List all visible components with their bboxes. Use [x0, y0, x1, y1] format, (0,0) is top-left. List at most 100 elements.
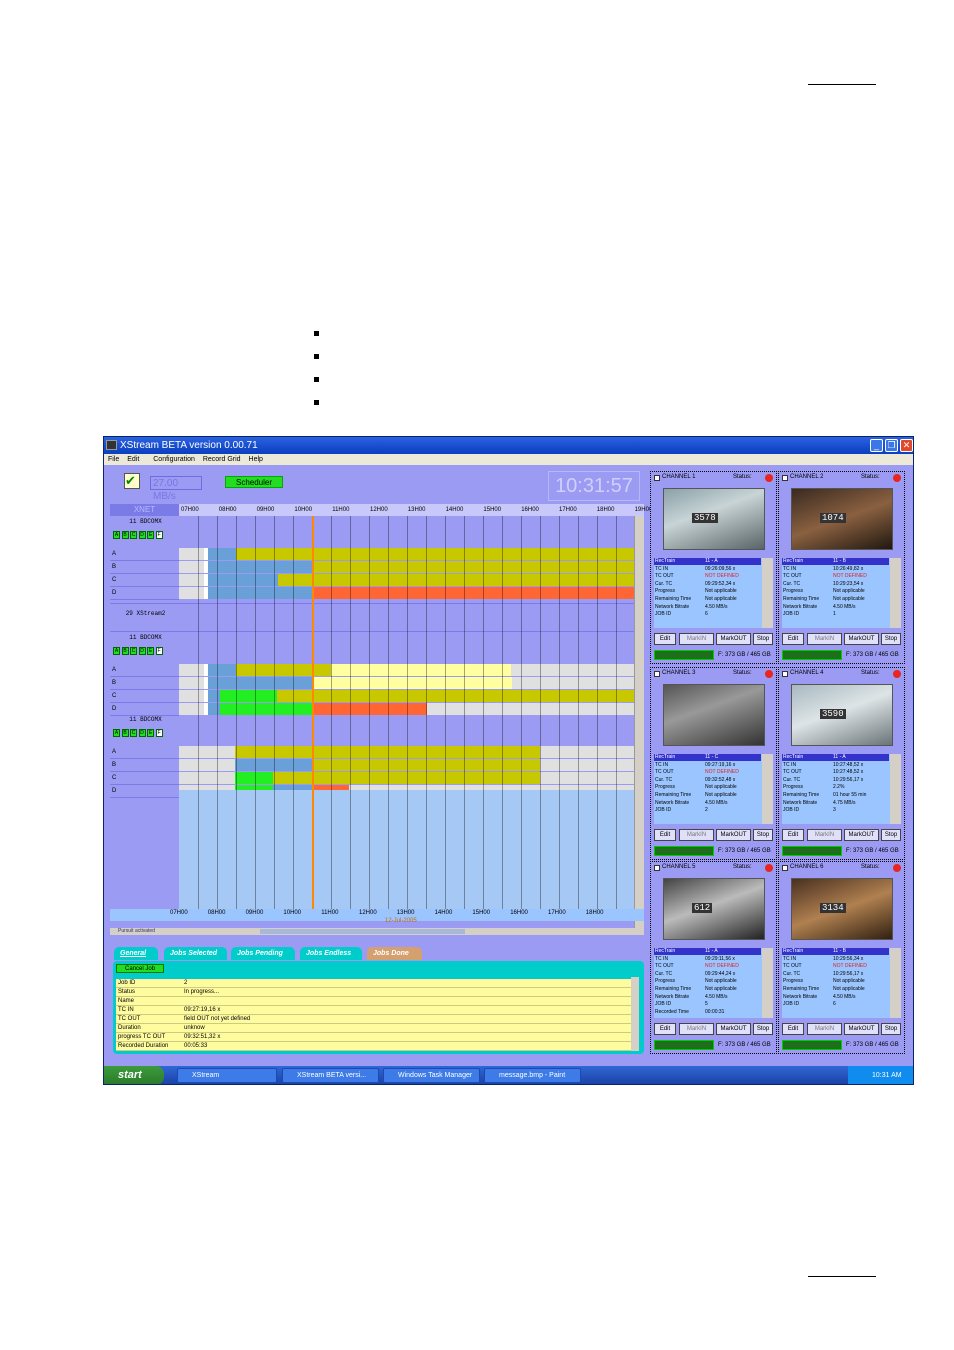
task-paint[interactable]: message.bmp - Paint	[484, 1068, 581, 1083]
markout-button[interactable]: MarkOUT	[844, 829, 879, 841]
menu-help[interactable]: Help	[249, 456, 263, 463]
job-bar[interactable]	[331, 664, 511, 676]
job-bar[interactable]	[540, 759, 634, 771]
job-bar[interactable]	[427, 703, 634, 715]
job-bar[interactable]	[179, 746, 235, 758]
markin-button[interactable]: MarkIN	[807, 633, 842, 645]
rec-train-button[interactable]: B	[121, 647, 129, 655]
rec-train-button[interactable]: B	[121, 729, 129, 737]
channel-select-checkbox[interactable]	[782, 865, 788, 871]
rec-train-button[interactable]: C	[130, 729, 137, 737]
channel-select-checkbox[interactable]	[782, 475, 788, 481]
job-bar[interactable]	[179, 664, 204, 676]
rec-train-button[interactable]: E	[147, 647, 154, 655]
job-bar[interactable]	[220, 703, 312, 715]
info-scrollbar[interactable]	[762, 948, 773, 1018]
rec-train-button[interactable]: D	[138, 647, 146, 655]
job-bar[interactable]	[208, 561, 312, 573]
edit-button[interactable]: Edit	[782, 633, 804, 645]
stop-button[interactable]: Stop	[753, 1023, 773, 1035]
menu-configuration[interactable]: Configuration	[153, 456, 195, 463]
job-bar[interactable]	[208, 664, 236, 676]
info-scrollbar[interactable]	[890, 948, 901, 1018]
edit-button[interactable]: Edit	[782, 1023, 804, 1035]
menu-record-grid[interactable]: Record Grid	[203, 456, 241, 463]
restore-icon[interactable]: ❐	[885, 439, 898, 452]
job-bar[interactable]	[208, 548, 236, 560]
job-bar[interactable]	[312, 561, 634, 573]
menu-file[interactable]: File	[108, 456, 119, 463]
rec-train-button[interactable]: B	[121, 531, 129, 539]
stop-button[interactable]: Stop	[881, 1023, 901, 1035]
markin-button[interactable]: MarkIN	[679, 633, 714, 645]
job-bar[interactable]	[235, 772, 273, 784]
stop-button[interactable]: Stop	[753, 633, 773, 645]
menu-edit[interactable]: Edit	[127, 456, 139, 463]
rec-train-button[interactable]: C	[130, 647, 137, 655]
horizontal-scrollbar[interactable]: Pursuit activated	[110, 928, 644, 935]
stop-button[interactable]: Stop	[881, 633, 901, 645]
rec-train-button[interactable]: D	[138, 531, 146, 539]
info-scrollbar[interactable]	[762, 558, 773, 628]
task-xstream-beta[interactable]: XStream BETA versi...	[282, 1068, 379, 1083]
info-scrollbar[interactable]	[890, 754, 901, 824]
rec-train-button[interactable]: F	[155, 647, 163, 655]
job-bar[interactable]	[179, 587, 204, 599]
tab-general[interactable]: General	[114, 947, 158, 960]
rec-train-button[interactable]: D	[138, 729, 146, 737]
job-bar[interactable]	[540, 772, 634, 784]
rec-train-button[interactable]: C	[130, 531, 137, 539]
job-bar[interactable]	[312, 677, 512, 689]
job-bar[interactable]	[179, 548, 204, 560]
job-bar[interactable]	[312, 587, 634, 599]
markout-button[interactable]: MarkOUT	[844, 633, 879, 645]
edit-button[interactable]: Edit	[654, 633, 676, 645]
info-scrollbar[interactable]	[890, 558, 901, 628]
rec-train-button[interactable]: F	[155, 729, 163, 737]
markout-button[interactable]: MarkOUT	[716, 1023, 751, 1035]
rec-train-button[interactable]: A	[113, 729, 120, 737]
job-bar[interactable]	[220, 690, 277, 702]
detail-scrollbar[interactable]	[631, 977, 639, 1051]
check-icon[interactable]: ✔	[124, 473, 140, 489]
markin-button[interactable]: MarkIN	[807, 829, 842, 841]
task-task-manager[interactable]: Windows Task Manager	[383, 1068, 480, 1083]
tab-jobs-selected[interactable]: Jobs Selected	[164, 947, 227, 960]
markout-button[interactable]: MarkOUT	[716, 633, 751, 645]
job-bar[interactable]	[236, 548, 634, 560]
job-bar[interactable]	[540, 746, 634, 758]
rec-train-button[interactable]: E	[147, 531, 154, 539]
cancel-job-button[interactable]: Cancel Job	[116, 964, 164, 973]
markout-button[interactable]: MarkOUT	[844, 1023, 879, 1035]
job-bar[interactable]	[179, 690, 204, 702]
rec-train-button[interactable]: A	[113, 647, 120, 655]
markin-button[interactable]: MarkIN	[807, 1023, 842, 1035]
scroll-thumb[interactable]	[260, 929, 465, 934]
channel-select-checkbox[interactable]	[654, 475, 660, 481]
rec-train-button[interactable]: F	[155, 531, 163, 539]
tab-jobs-done[interactable]: Jobs Done	[367, 947, 422, 960]
job-bar[interactable]	[208, 677, 312, 689]
stop-button[interactable]: Stop	[881, 829, 901, 841]
channel-select-checkbox[interactable]	[654, 671, 660, 677]
job-bar[interactable]	[179, 772, 235, 784]
job-bar[interactable]	[236, 664, 331, 676]
edit-button[interactable]: Edit	[654, 829, 676, 841]
info-scrollbar[interactable]	[762, 754, 773, 824]
rec-train-button[interactable]: E	[147, 729, 154, 737]
job-bar[interactable]	[208, 703, 220, 715]
stop-button[interactable]: Stop	[753, 829, 773, 841]
edit-button[interactable]: Edit	[782, 829, 804, 841]
channel-select-checkbox[interactable]	[782, 671, 788, 677]
job-bar[interactable]	[179, 574, 204, 586]
close-icon[interactable]: ✕	[900, 439, 913, 452]
rec-train-button[interactable]: A	[113, 531, 120, 539]
job-bar[interactable]	[208, 690, 220, 702]
markin-button[interactable]: MarkIN	[679, 1023, 714, 1035]
channel-select-checkbox[interactable]	[654, 865, 660, 871]
job-bar[interactable]	[179, 677, 204, 689]
job-bar[interactable]	[179, 561, 204, 573]
job-bar[interactable]	[179, 759, 235, 771]
scheduler-button[interactable]: Scheduler	[225, 476, 283, 488]
job-bar[interactable]	[179, 703, 204, 715]
